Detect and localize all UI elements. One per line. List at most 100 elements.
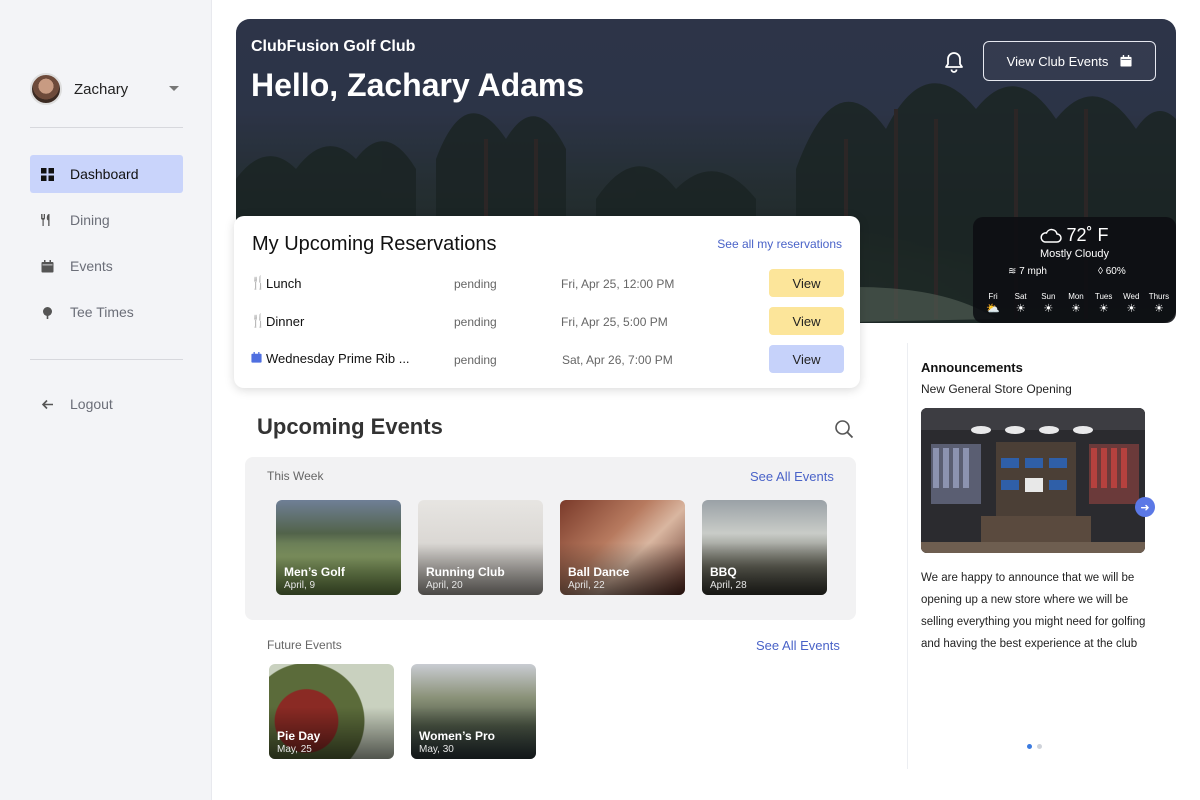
event-date: April, 28: [710, 580, 747, 591]
event-date: April, 22: [568, 580, 605, 591]
announcement-subtitle: New General Store Opening: [921, 382, 1072, 396]
upcoming-events-title: Upcoming Events: [257, 414, 443, 439]
sidebar-item-dining[interactable]: Dining: [30, 201, 183, 239]
sidebar-item-label: Dining: [70, 212, 110, 228]
dining-icon: 🍴: [250, 275, 267, 290]
reservation-status: pending: [454, 315, 497, 329]
forecast-day: Thurs ☀: [1148, 292, 1170, 315]
cloud-icon: [1040, 228, 1063, 243]
event-card[interactable]: Running Club April, 20: [418, 500, 543, 595]
reservations-card: My Upcoming Reservations See all my rese…: [234, 216, 860, 388]
event-date: April, 20: [426, 580, 463, 591]
reservation-date: Fri, Apr 25, 5:00 PM: [561, 315, 668, 329]
weather-widget: 72˚ F Mostly Cloudy ≋ 7 mph ◊ 60% Fri ⛅ S…: [973, 217, 1176, 323]
sun-icon: ☀: [1154, 303, 1164, 315]
sidebar-item-label: Tee Times: [70, 304, 134, 320]
event-title: Running Club: [426, 565, 505, 579]
sidebar-item-logout[interactable]: Logout: [30, 385, 183, 423]
forecast-day: Fri ⛅: [981, 292, 1005, 315]
view-club-events-label: View Club Events: [1006, 53, 1109, 69]
event-card[interactable]: Men’s Golf April, 9: [276, 500, 401, 595]
event-title: Men’s Golf: [284, 565, 345, 579]
app-root: Zachary Dashboard Dining Events Tee Time…: [0, 0, 1200, 800]
next-arrow-icon[interactable]: ➜: [1135, 497, 1155, 517]
event-date: May, 30: [419, 744, 454, 755]
announcements-panel: Announcements New General Store Opening …: [907, 343, 1177, 769]
see-all-reservations-link[interactable]: See all my reservations: [717, 237, 842, 251]
reservation-status: pending: [454, 277, 497, 291]
sun-icon: ☀: [1043, 303, 1054, 315]
event-title: Women’s Pro: [419, 729, 496, 743]
wind-icon: ≋: [1008, 266, 1020, 277]
avatar: [30, 73, 62, 105]
reservation-date: Sat, Apr 26, 7:00 PM: [562, 353, 673, 367]
view-reservation-button[interactable]: View: [769, 269, 844, 297]
sun-icon: ☀: [1071, 303, 1081, 315]
forecast-day: Tues ☀: [1092, 292, 1116, 315]
reservation-row: Wednesday Prime Rib ... pending Sat, Apr…: [250, 345, 844, 373]
sidebar-item-label: Dashboard: [70, 166, 139, 182]
search-icon[interactable]: [834, 419, 854, 439]
event-title: Pie Day: [277, 729, 321, 743]
calendar-icon: [40, 259, 54, 273]
sidebar-item-label: Events: [70, 258, 113, 274]
store-image: [921, 408, 1145, 553]
dashboard-icon: [40, 167, 54, 181]
sidebar: Zachary Dashboard Dining Events Tee Time…: [0, 0, 212, 800]
announcements-title: Announcements: [921, 360, 1023, 375]
sidebar-item-tee-times[interactable]: Tee Times: [30, 293, 183, 331]
event-card[interactable]: Pie Day May, 25: [269, 664, 394, 759]
sidebar-divider: [30, 359, 183, 360]
announcement-body: We are happy to announce that we will be…: [921, 572, 1146, 650]
droplet-icon: ◊: [1098, 266, 1106, 277]
sun-icon: ☀: [1098, 303, 1109, 315]
sidebar-item-label: Logout: [70, 396, 113, 412]
forecast-day: Wed ☀: [1119, 292, 1143, 315]
see-all-future-events-link[interactable]: See All Events: [756, 638, 840, 653]
weather-forecast: Fri ⛅ Sat ☀ Sun ☀ Mon ☀ Tues ☀ Wed ☀ Thurs ☀: [981, 292, 1171, 315]
sidebar-divider: [30, 127, 183, 128]
arrow-left-icon: [40, 397, 54, 411]
this-week-label: This Week: [267, 469, 324, 483]
event-title: Ball Dance: [568, 565, 630, 579]
weather-wind: ≋ 7 mph: [1008, 266, 1047, 277]
view-reservation-button[interactable]: View: [769, 307, 844, 335]
view-reservation-button[interactable]: View: [769, 345, 844, 373]
sidebar-item-events[interactable]: Events: [30, 247, 183, 285]
this-week-panel: This Week See All Events Men’s Golf Apri…: [245, 457, 856, 620]
dining-icon: 🍴: [250, 313, 267, 328]
user-name: Zachary: [74, 80, 129, 98]
calendar-icon: [250, 351, 262, 366]
weather-humidity: ◊ 60%: [1098, 266, 1126, 277]
carousel-dot[interactable]: [1037, 744, 1042, 749]
forecast-day: Mon ☀: [1064, 292, 1088, 315]
event-card[interactable]: Ball Dance April, 22: [560, 500, 685, 595]
forecast-day: Sat ☀: [1009, 292, 1033, 315]
carousel-dot-active[interactable]: [1027, 744, 1032, 749]
weather-temperature: 72˚ F: [973, 225, 1176, 246]
see-all-events-link[interactable]: See All Events: [750, 469, 834, 484]
forecast-day: Sun ☀: [1036, 292, 1060, 315]
view-club-events-button[interactable]: View Club Events: [983, 41, 1156, 81]
sun-icon: ☀: [1126, 303, 1137, 315]
future-events-label: Future Events: [267, 638, 342, 652]
event-card[interactable]: Women’s Pro May, 30: [411, 664, 536, 759]
event-card[interactable]: BBQ April, 28: [702, 500, 827, 595]
partly-cloudy-icon: ⛅: [986, 303, 1000, 315]
reservation-row: 🍴 Dinner pending Fri, Apr 25, 5:00 PM Vie…: [250, 307, 844, 335]
event-title: BBQ: [710, 565, 737, 579]
event-date: April, 9: [284, 580, 316, 591]
reservation-status: pending: [454, 353, 497, 367]
notification-bell-icon[interactable]: [942, 50, 966, 74]
weather-condition: Mostly Cloudy: [1039, 248, 1110, 260]
reservation-row: 🍴 Lunch pending Fri, Apr 25, 12:00 PM Vie…: [250, 269, 844, 297]
chevron-down-icon[interactable]: [169, 86, 179, 91]
sun-icon: ☀: [1015, 303, 1026, 315]
event-date: May, 25: [277, 744, 312, 755]
user-menu[interactable]: Zachary: [30, 72, 185, 106]
dining-icon: [40, 213, 54, 227]
sidebar-item-dashboard[interactable]: Dashboard: [30, 155, 183, 193]
reservation-date: Fri, Apr 25, 12:00 PM: [561, 277, 675, 291]
club-name: ClubFusion Golf Club: [251, 38, 416, 55]
greeting-title: Hello, Zachary Adams: [251, 67, 585, 103]
